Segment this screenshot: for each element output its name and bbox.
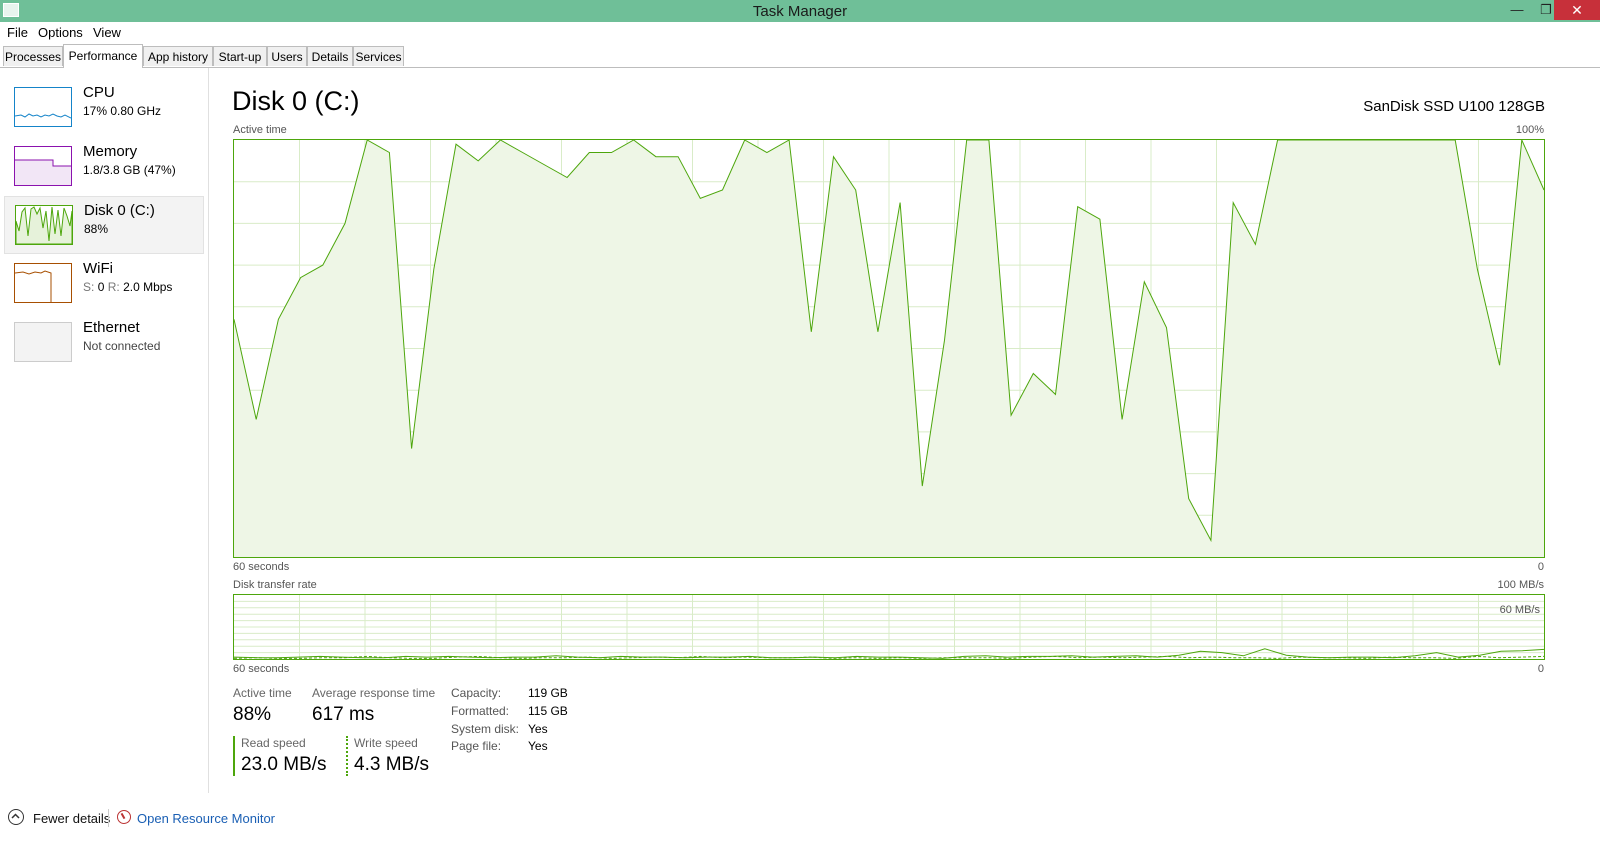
read-speed-label: Read speed — [241, 736, 306, 750]
window-title: Task Manager — [752, 3, 848, 20]
active-time-chart-svg — [233, 138, 1545, 557]
tab-performance[interactable]: Performance — [63, 44, 143, 68]
active-time-chart-max: 100% — [1515, 124, 1544, 136]
page-file-label: Page file: — [451, 739, 502, 753]
transfer-rate-chart-max: 100 MB/s — [1497, 579, 1544, 591]
active-time-chart — [233, 138, 1545, 558]
disk-thumbnail — [15, 205, 73, 245]
wifi-thumbnail — [14, 263, 72, 303]
system-disk-value: Yes — [528, 722, 548, 736]
sidebar-item-wifi[interactable]: WiFi S: 0 R: 2.0 Mbps — [4, 255, 204, 313]
sidebar-sub-memory: 1.8/3.8 GB (47%) — [83, 163, 176, 177]
active-time-label: Active time — [233, 686, 292, 700]
page-file-value: Yes — [528, 739, 548, 753]
wifi-receive-value: 2.0 Mbps — [123, 280, 173, 294]
close-button[interactable]: ✕ — [1554, 0, 1600, 20]
ethernet-thumbnail — [14, 322, 72, 362]
transfer-rate-chart-svg — [233, 595, 1545, 659]
chevron-up-icon[interactable] — [8, 809, 24, 825]
sidebar-sub-wifi: S: 0 R: 2.0 Mbps — [83, 280, 172, 294]
sidebar-label-wifi: WiFi — [83, 260, 113, 277]
sidebar-item-cpu[interactable]: CPU 17% 0.80 GHz — [4, 79, 204, 137]
system-disk-label: System disk: — [451, 722, 520, 736]
sidebar-sub-cpu: 17% 0.80 GHz — [83, 104, 162, 118]
sidebar-label-memory: Memory — [83, 143, 138, 160]
memory-thumbnail — [14, 146, 72, 186]
fewer-details-link[interactable]: Fewer details — [33, 811, 110, 826]
capacity-value: 119 GB — [528, 686, 568, 700]
footer: Fewer details Open Resource Monitor — [0, 805, 1600, 835]
tab-services[interactable]: Services — [353, 46, 404, 66]
disk-thumbnail-graph — [15, 206, 73, 245]
wifi-thumbnail-graph — [14, 270, 52, 302]
write-speed-value: 4.3 MB/s — [354, 754, 429, 775]
read-speed-indicator — [233, 736, 235, 776]
sidebar-label-disk: Disk 0 (C:) — [84, 202, 155, 219]
transfer-rate-chart-label: Disk transfer rate — [233, 579, 317, 591]
tab-details[interactable]: Details — [307, 46, 353, 66]
tab-processes[interactable]: Processes — [3, 46, 63, 66]
performance-sidebar: CPU 17% 0.80 GHz Memory 1.8/3.8 GB (47%)… — [0, 68, 209, 793]
formatted-value: 115 GB — [528, 704, 568, 718]
menu-bar: File Options View — [0, 22, 1600, 42]
tab-bar: Processes Performance App history Start-… — [0, 44, 1600, 68]
tab-start-up[interactable]: Start-up — [213, 46, 267, 66]
formatted-label: Formatted: — [451, 704, 510, 718]
read-speed-value: 23.0 MB/s — [241, 754, 327, 775]
chevron-up-glyph — [11, 813, 20, 819]
active-time-chart-x-right: 0 — [1537, 561, 1544, 573]
transfer-rate-chart-x-right: 0 — [1537, 663, 1544, 675]
footer-divider — [108, 809, 109, 827]
sidebar-label-ethernet: Ethernet — [83, 319, 140, 336]
sidebar-label-cpu: CPU — [83, 84, 115, 101]
menu-options[interactable]: Options — [38, 25, 83, 40]
sidebar-item-memory[interactable]: Memory 1.8/3.8 GB (47%) — [4, 138, 204, 196]
transfer-rate-chart: 60 MB/s — [233, 594, 1545, 660]
page-title: Disk 0 (C:) — [232, 86, 360, 116]
active-time-chart-label: Active time — [233, 124, 287, 136]
cpu-thumbnail-graph — [14, 113, 72, 119]
resource-monitor-icon[interactable] — [117, 810, 131, 824]
disk-model: SanDisk SSD U100 128GB — [1363, 98, 1545, 115]
write-speed-indicator — [346, 736, 348, 776]
transfer-rate-chart-mid: 60 MB/s — [1499, 604, 1540, 616]
tab-app-history[interactable]: App history — [143, 46, 213, 66]
write-speed-label: Write speed — [354, 736, 418, 750]
sidebar-item-ethernet[interactable]: Ethernet Not connected — [4, 314, 204, 372]
resource-monitor-needle — [120, 812, 126, 820]
capacity-label: Capacity: — [451, 686, 502, 700]
active-time-value: 88% — [233, 704, 272, 725]
sidebar-sub-disk: 88% — [84, 222, 109, 236]
memory-thumbnail-graph — [15, 159, 71, 185]
minimize-button[interactable]: — — [1503, 0, 1531, 20]
cpu-thumbnail — [14, 87, 72, 127]
active-time-chart-x-left: 60 seconds — [233, 561, 290, 573]
menu-file[interactable]: File — [7, 25, 28, 40]
wifi-receive-label: R: — [107, 280, 120, 294]
title-bar: Task Manager — ❐ ✕ — [0, 0, 1600, 22]
menu-view[interactable]: View — [93, 25, 121, 40]
response-time-label: Average response time — [312, 686, 436, 700]
wifi-send-label: S: — [83, 280, 95, 294]
sidebar-sub-ethernet: Not connected — [83, 339, 161, 353]
wifi-send-value: 0 — [97, 280, 105, 294]
transfer-rate-chart-x-left: 60 seconds — [233, 663, 290, 675]
response-time-value: 617 ms — [312, 704, 375, 725]
sidebar-item-disk[interactable]: Disk 0 (C:) 88% — [4, 196, 204, 254]
tab-users[interactable]: Users — [267, 46, 307, 66]
open-resource-monitor-link[interactable]: Open Resource Monitor — [137, 811, 275, 826]
